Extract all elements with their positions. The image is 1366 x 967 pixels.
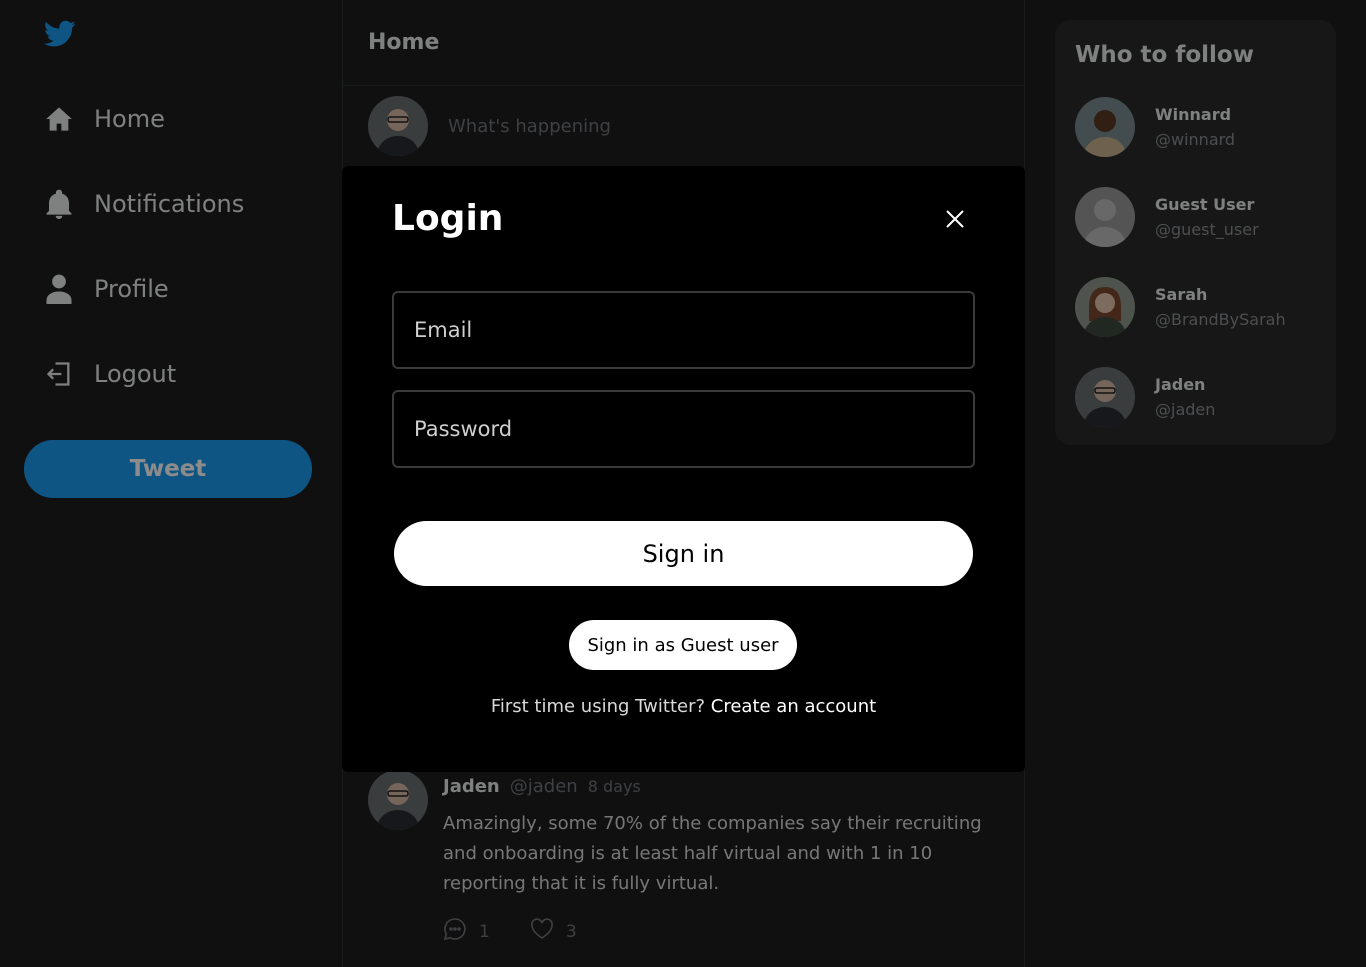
guest-sign-in-button[interactable]: Sign in as Guest user: [569, 620, 797, 670]
close-icon: [945, 209, 965, 232]
modal-title: Login: [392, 198, 504, 239]
password-field[interactable]: [392, 390, 975, 468]
app: Home Notifications Profile Logout Tweet …: [0, 0, 1366, 967]
email-field[interactable]: [392, 291, 975, 369]
create-account-link[interactable]: Create an account: [711, 696, 876, 717]
sign-in-button[interactable]: Sign in: [394, 521, 973, 586]
signup-prompt-line: First time using Twitter? Create an acco…: [342, 696, 1025, 717]
close-button[interactable]: [943, 208, 967, 232]
signup-prompt: First time using Twitter?: [490, 696, 706, 717]
login-modal: Login Sign in Sign in as Guest user Firs…: [342, 166, 1025, 772]
